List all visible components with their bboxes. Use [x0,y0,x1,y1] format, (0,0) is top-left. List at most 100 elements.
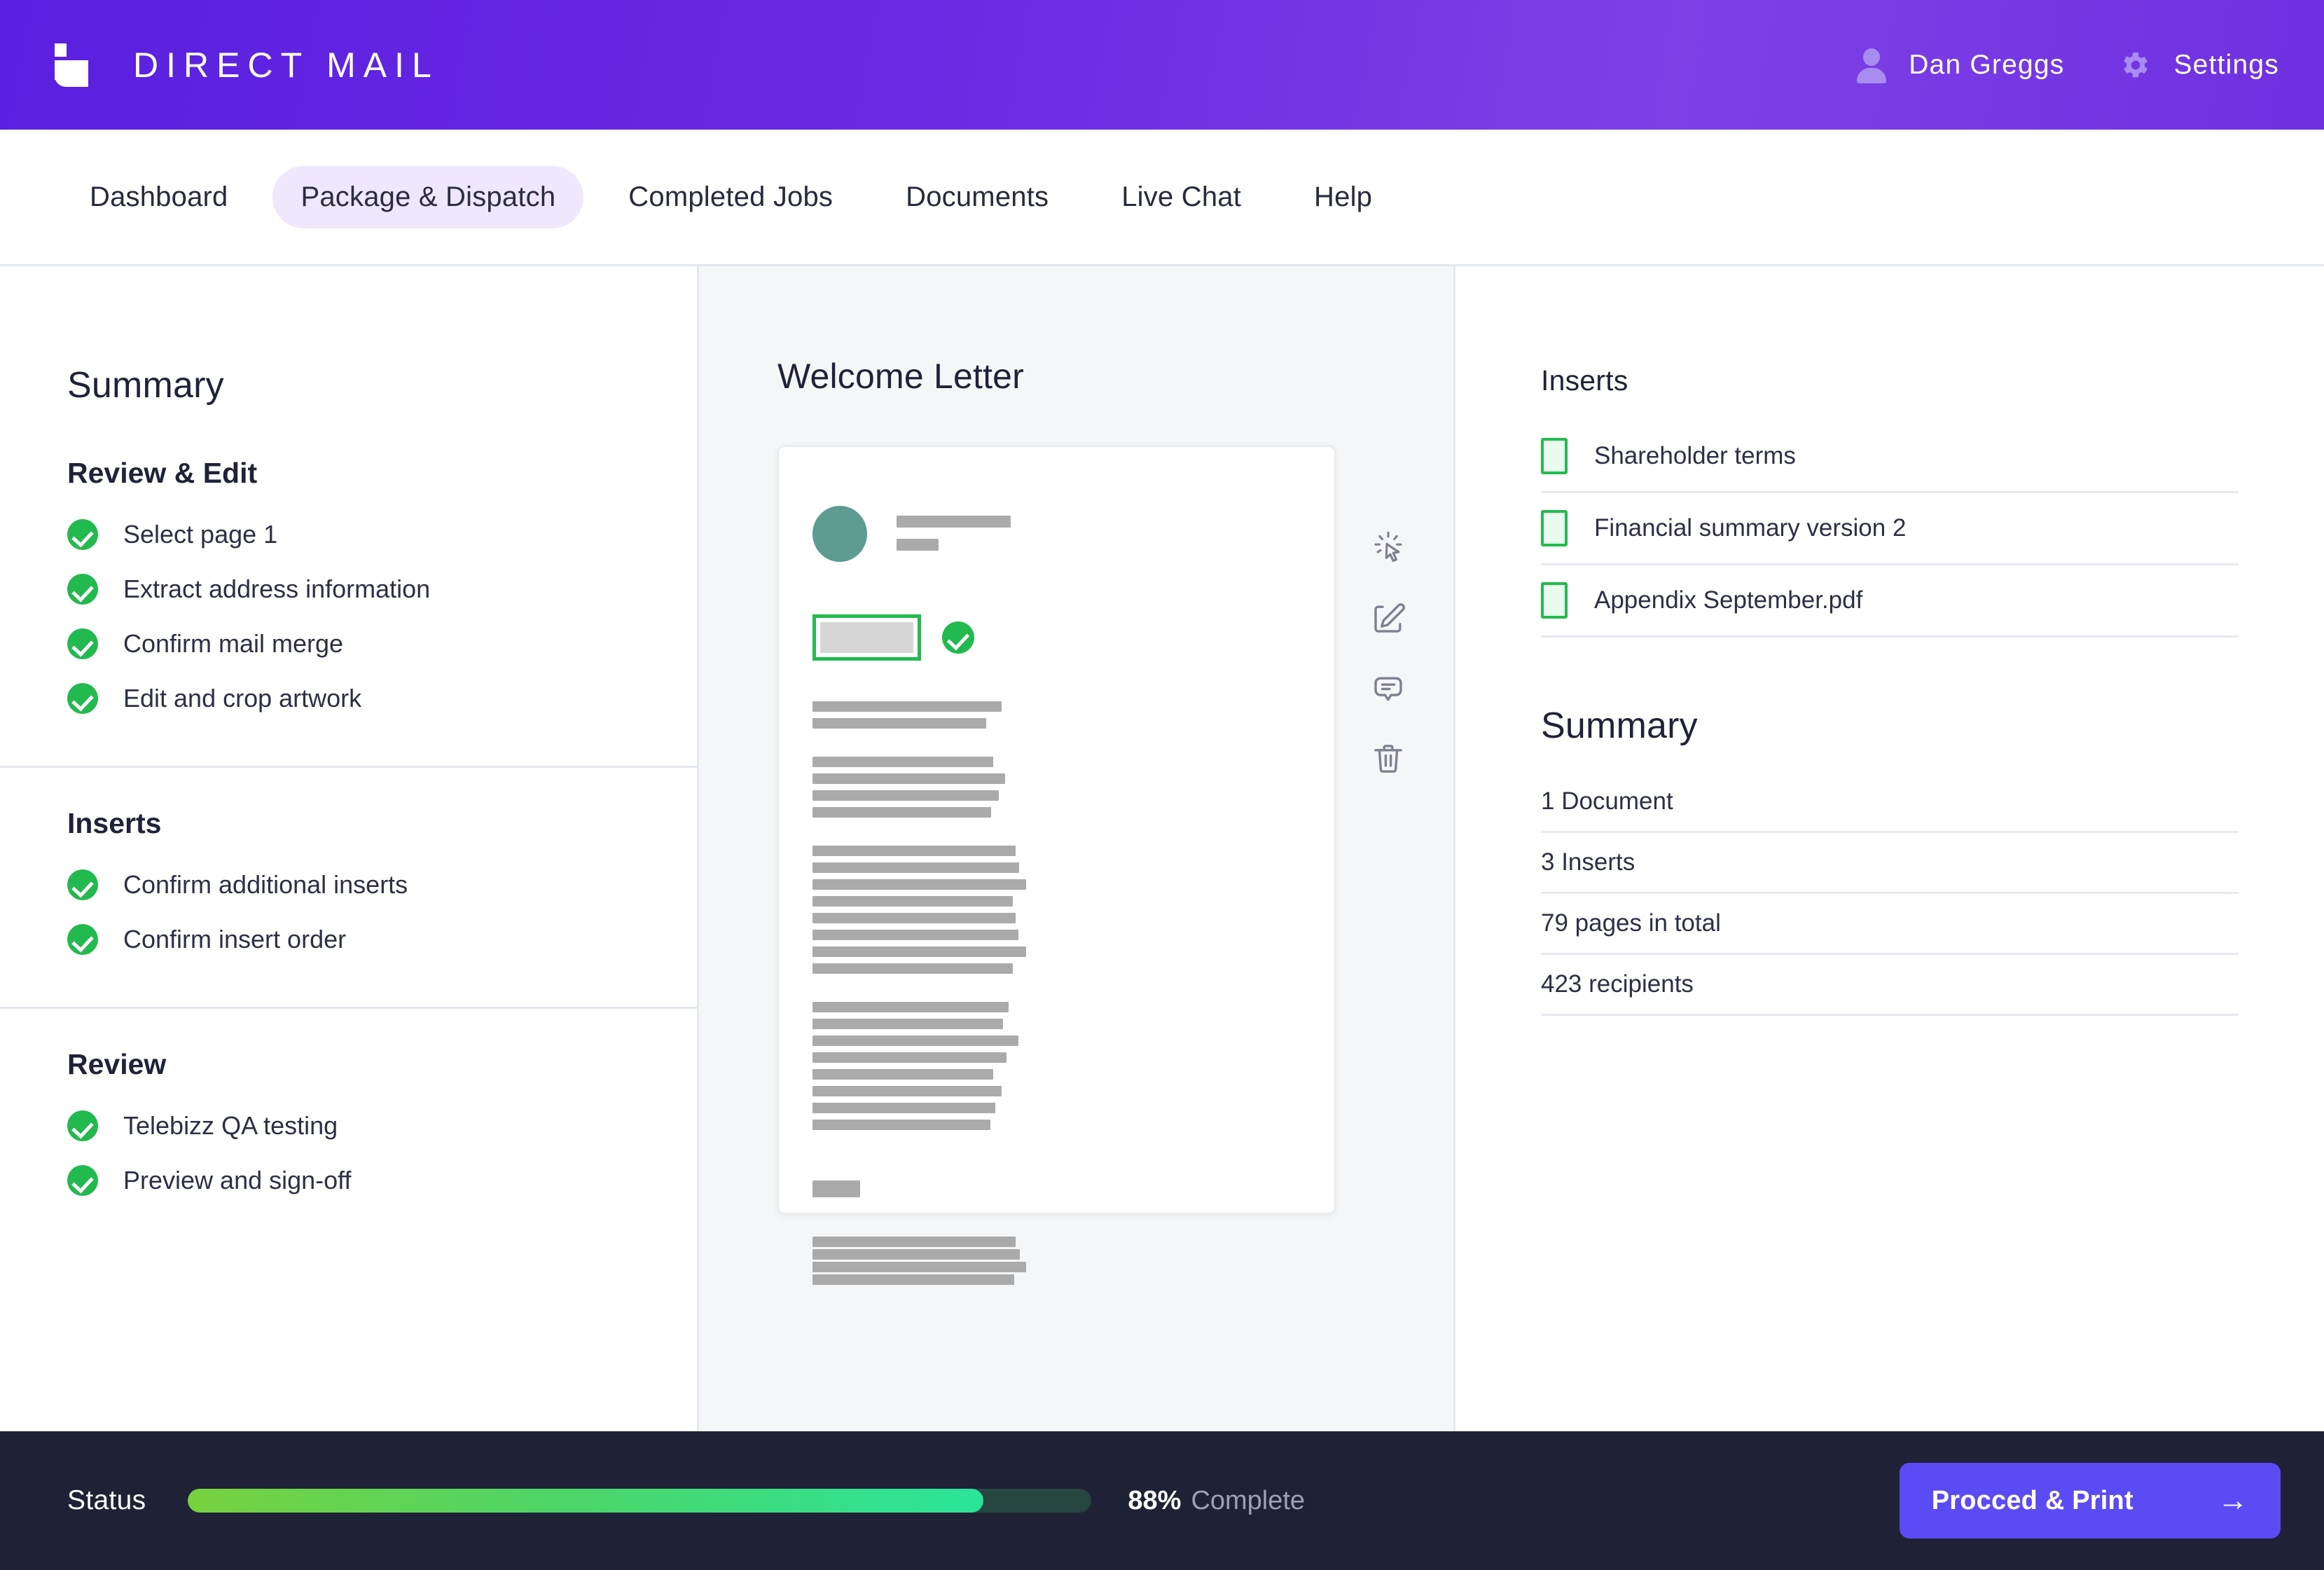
list-item-label: Confirm additional inserts [123,870,408,899]
arrow-right-icon: → [2217,1483,2248,1517]
placeholder-bar [812,757,993,767]
section-heading-inserts: Inserts [67,807,162,839]
list-item[interactable]: Preview and sign-off [67,1165,630,1196]
select-click-icon[interactable] [1368,528,1409,569]
progress-suffix: Complete [1191,1485,1306,1515]
placeholder-paragraph [812,1002,1291,1130]
nav-item-help[interactable]: Help [1286,166,1400,228]
list-item[interactable]: Confirm mail merge [67,628,630,659]
checklist-review: Telebizz QA testing Preview and sign-off [67,1110,630,1196]
placeholder-bar [812,718,986,729]
placeholder-bar [812,913,1016,923]
document-logo-placeholder [812,506,867,562]
address-block[interactable] [812,614,921,661]
list-item[interactable]: Select page 1 [67,519,630,550]
document-area [699,397,1453,1285]
edit-pencil-icon[interactable] [1368,598,1409,639]
nav-item-dashboard[interactable]: Dashboard [62,166,256,228]
status-bar: Status 88% Complete Procced & Print → [0,1431,2324,1570]
page-title: Summary [67,365,224,406]
check-circle-icon [67,683,98,714]
insert-row[interactable]: Shareholder terms [1541,421,2239,493]
address-block-row[interactable] [812,614,1291,661]
placeholder-bar [897,516,1011,528]
sidebar-section-review: Review Telebizz QA testing Preview and s… [0,1048,697,1196]
inserts-panel: Inserts Shareholder terms Financial summ… [1455,266,2324,1431]
list-item-label: Extract address information [123,574,431,603]
user-icon [1855,48,1888,83]
placeholder-bar [812,1002,1009,1012]
check-circle-icon [67,1165,98,1196]
list-item[interactable]: Telebizz QA testing [67,1110,630,1141]
placeholder-bar [812,1086,1002,1096]
checklist-inserts: Confirm additional inserts Confirm inser… [67,869,630,955]
document-letterhead [812,506,1291,562]
list-item-label: Confirm insert order [123,925,347,953]
placeholder-bar [812,773,1005,784]
placeholder-bar [812,790,999,801]
placeholder-bar [812,862,1019,873]
telebizz-t-logo-icon [49,43,90,87]
app-header: DIRECT MAIL Dan Greggs Settings [0,0,2324,130]
list-item[interactable]: Confirm insert order [67,924,630,955]
brand-title: DIRECT MAIL [133,45,439,85]
summary-row: 79 pages in total [1541,894,2239,955]
sidebar-section-inserts: Inserts Confirm additional inserts Confi… [0,807,697,1007]
placeholder-paragraph [812,846,1291,974]
nav-item-live-chat[interactable]: Live Chat [1093,166,1269,228]
document-header-lines [897,506,1011,551]
insert-label: Shareholder terms [1594,442,1796,469]
placeholder-bar [812,946,1026,957]
summary-sidebar: Summary Review & Edit Select page 1 Extr… [0,266,697,1431]
comment-icon[interactable] [1368,668,1409,709]
document-page[interactable] [777,446,1336,1285]
address-verified-check-icon [942,621,974,654]
trash-icon[interactable] [1368,738,1409,779]
list-item[interactable]: Extract address information [67,574,630,605]
placeholder-bar [812,879,1026,890]
list-item-label: Preview and sign-off [123,1166,352,1194]
insert-row[interactable]: Appendix September.pdf [1541,565,2239,638]
summary-list: 1 Document 3 Inserts 79 pages in total 4… [1541,772,2239,1016]
page-body: Summary Review & Edit Select page 1 Extr… [0,266,2324,1431]
inserts-title: Inserts [1541,364,1628,397]
check-circle-icon [67,519,98,550]
document-toolbar [1336,446,1409,779]
main-nav: Dashboard Package & Dispatch Completed J… [0,130,2324,266]
placeholder-bar [812,1120,990,1130]
document-icon [1541,510,1568,546]
document-icon [1541,438,1568,474]
settings-button[interactable]: Settings [2119,48,2279,82]
summary-row: 423 recipients [1541,955,2239,1016]
sidebar-header: Summary Review & Edit Select page 1 Extr… [0,266,697,766]
list-item-label: Telebizz QA testing [123,1111,338,1140]
check-circle-icon [67,924,98,955]
section-heading-review: Review [67,1048,167,1080]
list-item[interactable]: Edit and crop artwork [67,683,630,714]
document-body-placeholder [812,701,1291,1327]
placeholder-bar [812,896,1013,907]
list-item-label: Edit and crop artwork [123,684,362,712]
proceed-and-print-button[interactable]: Procced & Print → [1899,1463,2281,1538]
status-label: Status [67,1485,146,1515]
summary-row: 3 Inserts [1541,833,2239,894]
header-actions: Dan Greggs Settings [1855,48,2279,83]
document-icon [1541,582,1568,619]
nav-item-completed-jobs[interactable]: Completed Jobs [600,166,861,228]
placeholder-bar [897,539,939,551]
user-account-button[interactable]: Dan Greggs [1855,48,2064,83]
placeholder-bar [812,1019,1003,1029]
check-circle-icon [67,574,98,605]
placeholder-paragraph [812,757,1291,818]
nav-item-documents[interactable]: Documents [878,166,1077,228]
section-heading-review-edit: Review & Edit [67,457,258,489]
insert-row[interactable]: Financial summary version 2 [1541,493,2239,565]
progress-bar-fill [188,1489,983,1513]
nav-item-package-dispatch[interactable]: Package & Dispatch [272,165,584,228]
list-item[interactable]: Confirm additional inserts [67,869,630,900]
summary-title: Summary [1541,705,1698,746]
placeholder-bar [812,1262,1026,1272]
document-title: Welcome Letter [777,357,1025,396]
brand: DIRECT MAIL [49,43,439,87]
placeholder-bar [812,701,1002,712]
